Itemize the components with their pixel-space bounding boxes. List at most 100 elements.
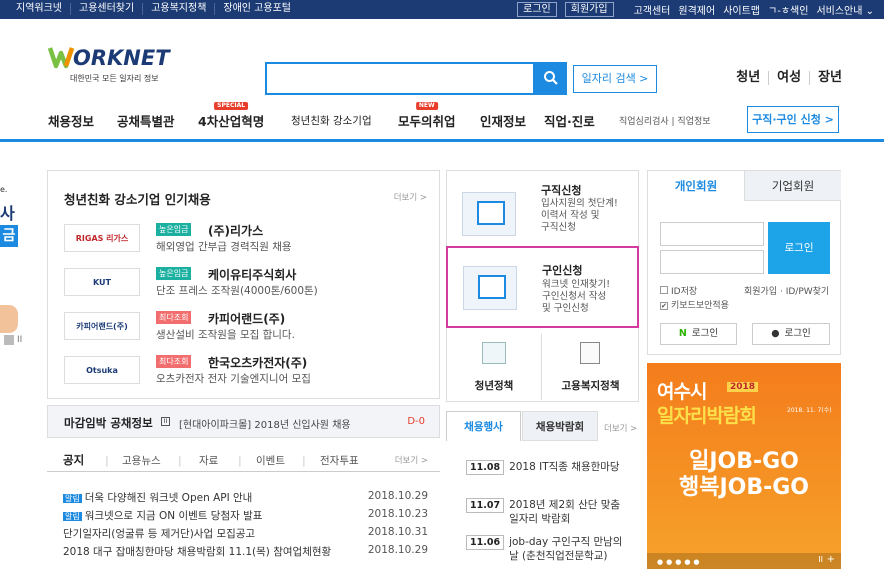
top-link[interactable]: 고용센터찾기 <box>71 3 144 15</box>
id-input[interactable] <box>660 222 764 246</box>
pause-icon[interactable]: II <box>818 555 823 564</box>
keyboard-security-checkbox[interactable]: ✔ 키보드보안적용 <box>660 298 729 311</box>
company-logo: Otsuka <box>64 356 140 384</box>
youth-link[interactable]: 청년 <box>728 71 770 85</box>
top-link[interactable]: 서비스안내 ⌄ <box>816 2 874 17</box>
company-desc: 오츠카전자 전자 기술엔지니어 모집 <box>156 373 311 385</box>
senior-link[interactable]: 장년 <box>810 71 842 85</box>
plus-icon[interactable]: + <box>827 554 835 565</box>
top-link[interactable]: ㄱ-ㅎ색인 <box>768 2 808 17</box>
notice-date: 2018.10.23 <box>367 508 428 520</box>
play-icon[interactable] <box>4 335 14 345</box>
top-link[interactable]: 사이트맵 <box>723 2 760 17</box>
apply-button[interactable]: 구직·구인 신청 > <box>747 106 839 133</box>
event-row[interactable]: 11.07 2018년 제2회 산단 맞춤 일자리 박람회 <box>466 498 620 526</box>
password-input[interactable] <box>660 250 764 274</box>
company-item[interactable]: KUT 높은임금 케이유티주식회사 단조 프레스 조작원(4000톤/600톤) <box>64 267 434 303</box>
kakao-login-button[interactable]: ● 로그인 <box>752 323 830 345</box>
kakao-icon: ● <box>771 328 780 339</box>
tab-company[interactable]: 기업회원 <box>744 171 841 201</box>
event-text: 2018 IT직종 채용한마당 <box>509 461 620 473</box>
naver-login-button[interactable]: N 로그인 <box>660 323 737 345</box>
nav-everyone-job[interactable]: NEW 모두의취업 <box>398 102 456 130</box>
youth-policy-link[interactable]: 청년정책 <box>446 334 542 400</box>
tab-data[interactable]: 자료 <box>199 453 218 468</box>
tab-event[interactable]: 이벤트 <box>256 453 285 468</box>
service-desc-line: 입사지원의 첫단계! <box>541 198 618 209</box>
event-text-line: 2018년 제2회 산단 맞춤 <box>509 499 621 511</box>
logo-subtitle: 대한민국 모든 일자리 정보 <box>70 74 159 83</box>
more-link[interactable]: 더보기 > <box>395 454 428 466</box>
d-day: D-0 <box>407 416 425 427</box>
tab-job-fair[interactable]: 채용박람회 <box>522 411 598 441</box>
join-find-link[interactable]: 회원가입 · ID/PW찾기 <box>744 284 829 297</box>
deadline-notice: [현대아이파크몰] 2018년 신입사원 채용 <box>179 420 351 431</box>
nav-job-info[interactable]: 채용정보 <box>48 111 94 130</box>
notice-row[interactable]: 알림 더욱 다양해진 워크넷 Open API 안내 2018.10.29 <box>63 490 428 505</box>
notice-text: 더욱 다양해진 워크넷 Open API 안내 <box>84 492 253 504</box>
svg-text:ORKNET: ORKNET <box>73 46 171 70</box>
notice-row[interactable]: 알림 워크넷으로 지금 ON 이벤트 당첨자 발표 2018.10.23 <box>63 508 428 523</box>
worknet-logo[interactable]: ORKNET 대한민국 모든 일자리 정보 <box>47 44 178 83</box>
tag-badge: 높은임금 <box>156 223 192 236</box>
notice-row[interactable]: 단기일자리(엉굴류 등 제거단)사업 모집공고 2018.10.31 <box>63 526 428 541</box>
top-link[interactable]: 장애인 고용포털 <box>215 3 299 15</box>
service-desc-line: 구직신청 <box>541 222 576 233</box>
button-label: 로그인 <box>784 328 811 339</box>
nav-public-recruit[interactable]: 공채특별관 <box>117 111 175 130</box>
welfare-policy-link[interactable]: 고용복지정책 <box>542 334 639 400</box>
more-link[interactable]: 더보기 > <box>394 191 427 203</box>
nav-youth-sme[interactable]: 청년친화 강소기업 <box>291 113 372 128</box>
event-date: 11.06 <box>466 535 505 550</box>
company-name: 한국오츠카전자(주) <box>208 356 308 370</box>
job-search-button[interactable]: 일자리 검색 > <box>573 65 657 93</box>
top-link[interactable]: 고객센터 <box>634 2 671 17</box>
search-button[interactable] <box>535 62 567 95</box>
company-item[interactable]: RIGAS 리가스 높은임금 (주)리가스 해외영업 간부급 경력직원 채용 <box>64 223 434 259</box>
top-link[interactable]: 원격제어 <box>678 2 715 17</box>
nav-career[interactable]: 직업·진로 <box>544 111 595 130</box>
tab-news[interactable]: 고용뉴스 <box>122 453 161 468</box>
top-link[interactable]: 지역워크넷 <box>8 3 71 15</box>
nav-psych-test[interactable]: 직업심리검사 | 직업정보 <box>619 114 711 127</box>
tab-notice[interactable]: 공지 <box>63 452 84 468</box>
checkbox-label: ID저장 <box>671 287 698 297</box>
join-link[interactable]: 회원가입 <box>564 2 614 17</box>
checkbox-label: 키보드보안적용 <box>671 301 729 311</box>
job-fair-banner[interactable]: 여수시 2018 일자리박람회 2018. 11. 7(수) 일JOB-GO 행… <box>647 363 841 569</box>
company-item[interactable]: 카피어랜드(주) 최다조회 카피어랜드(주) 생산설비 조작원을 모집 합니다. <box>64 311 434 347</box>
tab-personal[interactable]: 개인회원 <box>648 171 744 201</box>
top-link[interactable]: 고용복지정책 <box>143 3 216 15</box>
events-panel: 채용행사 채용박람회 더보기 > 11.08 2018 IT직종 채용한마당 11… <box>446 411 639 569</box>
login-link[interactable]: 로그인 <box>517 2 557 17</box>
service-desc: 입사지원의 첫단계! 이력서 작성 및 구직신청 <box>541 198 618 234</box>
tab-recruit-events[interactable]: 채용행사 <box>446 411 521 441</box>
company-desc: 생산설비 조작원을 모집 합니다. <box>156 329 295 341</box>
more-link[interactable]: 더보기 > <box>604 422 637 434</box>
nav-talent[interactable]: 인재정보 <box>480 111 526 130</box>
deadline-bar[interactable]: 마감임박 공채정보 II [현대아이파크몰] 2018년 신입사원 채용 D-0 <box>47 405 440 438</box>
employer-apply[interactable]: 구인신청 워크넷 인재찾기! 구인신청서 작성 및 구인신청 <box>446 246 639 328</box>
women-link[interactable]: 여성 <box>769 71 811 85</box>
company-name: 케이유티주식회사 <box>208 268 297 282</box>
notice-tag: 알림 <box>63 512 82 521</box>
save-id-checkbox[interactable]: ID저장 <box>660 284 697 297</box>
event-row[interactable]: 11.08 2018 IT직종 채용한마당 <box>466 459 620 475</box>
service-desc-line: 워크넷 인재찾기! <box>542 279 611 290</box>
pause-icon[interactable]: II <box>161 417 170 426</box>
nav-4th-industry[interactable]: SPECIAL 4차산업혁명 <box>198 102 264 130</box>
pause-icon[interactable]: II <box>17 335 22 345</box>
button-label: 로그인 <box>691 328 719 339</box>
service-title: 구직신청 <box>541 184 582 197</box>
service-title: 구인신청 <box>542 264 583 277</box>
company-item[interactable]: Otsuka 최다조회 한국오츠카전자(주) 오츠카전자 전자 기술엔지니어 모… <box>64 355 434 391</box>
event-row[interactable]: 11.06 job-day 구인구직 만남의 날 (춘천직업전문학교) <box>466 535 622 563</box>
left-banner-fragment: e. 사 금 II <box>0 185 23 345</box>
banner-line2: 행복JOB-GO <box>678 475 810 500</box>
login-button[interactable]: 로그인 <box>768 222 830 274</box>
search-input[interactable] <box>265 62 535 95</box>
notice-row[interactable]: 2018 대구 잡매칭한마당 채용박람회 11.1(목) 참여업체현황 2018.… <box>63 544 428 559</box>
banner-year: 2018 <box>727 382 759 392</box>
tab-evote[interactable]: 전자투표 <box>320 453 359 468</box>
slide-dots[interactable]: ●●●●● <box>657 558 703 566</box>
